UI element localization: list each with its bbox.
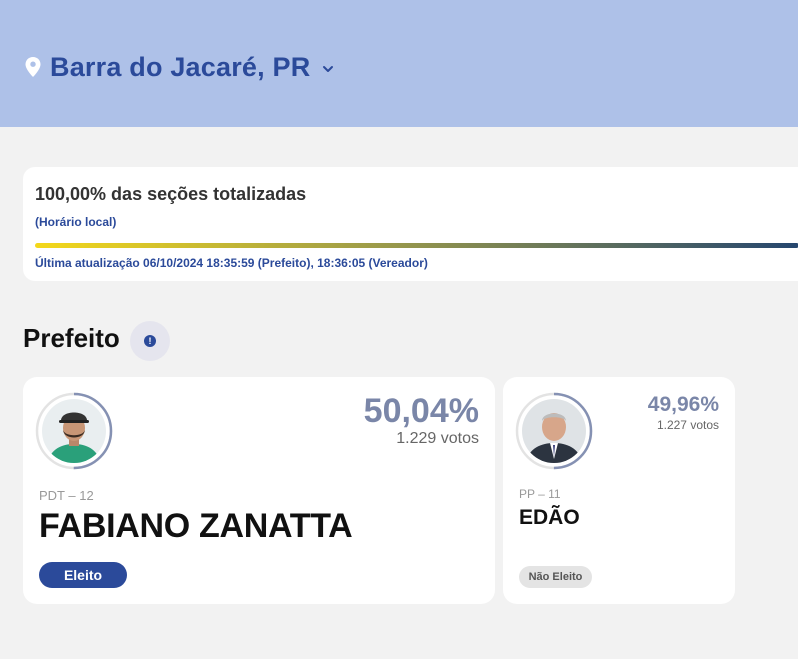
totalization-percent-text: 100,00% das seções totalizadas [35,184,307,204]
candidate-card-1[interactable]: 50,04% 1.229 votos PDT – 12 FABIANO ZANA… [23,377,495,604]
candidate-percent: 50,04% [363,392,479,430]
candidate-avatar-wrapper [515,392,593,470]
candidate-photo [522,399,586,463]
chevron-down-icon[interactable] [322,64,334,74]
not-elected-badge: Não Eleito [519,566,592,588]
candidate-photo [42,399,106,463]
location-name: Barra do Jacaré, PR [50,51,311,82]
candidate-party: PDT – 12 [39,488,94,503]
elected-badge: Eleito [39,562,127,588]
totalization-status-card: 100,00% das seções totalizadas (Horário … [23,167,798,281]
section-title-prefeito: Prefeito [23,323,120,353]
local-time-note: (Horário local) [35,215,117,229]
map-pin-icon [25,57,41,77]
candidate-avatar-wrapper [35,392,113,470]
last-update-text: Última atualização 06/10/2024 18:35:59 (… [35,256,428,270]
header-bar: Barra do Jacaré, PR [0,0,798,127]
candidate-name: FABIANO ZANATTA [39,507,353,545]
candidate-party: PP – 11 [519,487,561,501]
progress-bar-fill [35,243,798,248]
candidate-votes: 1.227 votos [656,418,719,432]
candidate-card-2[interactable]: 49,96% 1.227 votos PP – 11 EDÃO Não Elei… [503,377,735,604]
location-selector[interactable]: Barra do Jacaré, PR [24,50,334,84]
candidate-percent: 49,96% [647,393,719,416]
candidate-name: EDÃO [519,506,580,529]
totalization-progress-bar [35,243,798,248]
candidate-votes: 1.229 votos [396,430,479,447]
info-icon: ! [144,335,156,347]
info-button[interactable]: ! [130,321,170,361]
